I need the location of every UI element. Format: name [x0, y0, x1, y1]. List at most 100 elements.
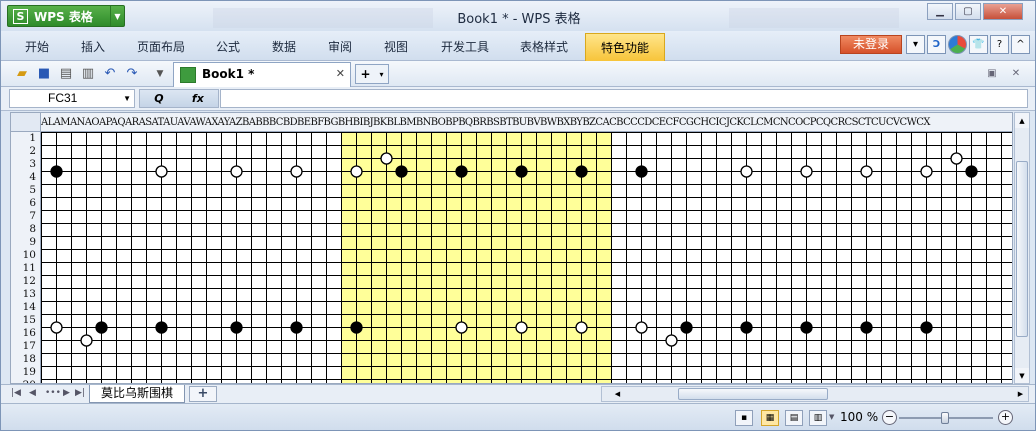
black-stone[interactable] [455, 165, 468, 178]
column-header[interactable]: BL [387, 117, 400, 128]
last-sheet-icon[interactable]: ▶| [75, 388, 85, 398]
ribbon-collapse-icon[interactable]: ^ [1011, 35, 1030, 54]
column-header[interactable]: AR [125, 117, 139, 128]
column-header[interactable]: BT [499, 117, 512, 128]
column-header[interactable]: CC [623, 117, 638, 128]
zoom-slider[interactable] [899, 412, 993, 424]
chevron-down-icon[interactable]: ▼ [123, 90, 131, 107]
black-stone[interactable] [920, 321, 933, 334]
column-header[interactable]: BK [373, 117, 387, 128]
vertical-scrollbar[interactable]: ▲ ▼ [1014, 112, 1030, 384]
zoom-level[interactable]: 100 % [840, 410, 878, 424]
column-header[interactable]: CQ [816, 117, 831, 128]
redo-icon[interactable]: ↷ [123, 65, 141, 82]
column-header[interactable]: CX [916, 117, 930, 128]
black-stone[interactable] [680, 321, 693, 334]
column-header[interactable]: BM [399, 117, 416, 128]
normal-view-icon[interactable]: ▦ [761, 410, 779, 426]
select-all-corner[interactable] [11, 113, 41, 132]
column-header[interactable]: BZ [582, 117, 596, 128]
tab-review[interactable]: 审阅 [328, 38, 352, 55]
row-header[interactable]: 6 [11, 197, 40, 210]
vertical-scroll-thumb[interactable] [1016, 161, 1028, 337]
row-header[interactable]: 15 [11, 314, 40, 327]
column-header[interactable]: BF [310, 117, 324, 128]
row-header[interactable]: 10 [11, 249, 40, 262]
row-header[interactable]: 17 [11, 340, 40, 353]
row-header[interactable]: 4 [11, 171, 40, 184]
print-icon[interactable]: ▤ [57, 65, 75, 82]
column-header[interactable]: CU [871, 117, 886, 128]
minimize-button[interactable]: ▁ [927, 3, 953, 20]
undo-icon[interactable]: ↶ [101, 65, 119, 82]
row-header[interactable]: 11 [11, 262, 40, 275]
close-tab-icon[interactable]: ✕ [336, 67, 345, 80]
column-header[interactable]: BU [512, 117, 527, 128]
column-header[interactable]: CN [773, 117, 789, 128]
column-header[interactable]: AU [163, 117, 178, 128]
column-header[interactable]: CW [900, 117, 917, 128]
zoom-slider-knob[interactable] [941, 412, 949, 424]
column-header[interactable]: AP [99, 117, 111, 128]
go-board-grid[interactable] [41, 132, 1012, 383]
black-stone[interactable] [575, 165, 588, 178]
row-header[interactable]: 8 [11, 223, 40, 236]
column-header[interactable]: CP [803, 117, 817, 128]
column-header[interactable]: CE [652, 117, 666, 128]
page-layout-view-icon[interactable]: ▤ [785, 410, 803, 426]
tab-table-style[interactable]: 表格样式 [520, 38, 568, 55]
column-header[interactable]: CJ [719, 117, 730, 128]
white-stone[interactable] [380, 152, 393, 165]
row-header[interactable]: 9 [11, 236, 40, 249]
close-button[interactable]: ✕ [983, 3, 1023, 20]
column-header[interactable]: AT [151, 117, 163, 128]
tab-special-features[interactable]: 特色功能 [585, 33, 665, 61]
add-sheet-button[interactable]: + [189, 386, 217, 402]
black-stone[interactable] [965, 165, 978, 178]
column-header[interactable]: BN [416, 117, 432, 128]
horizontal-scrollbar[interactable]: ◀ ▶ [601, 386, 1029, 402]
white-stone[interactable] [950, 152, 963, 165]
row-headers[interactable]: 1234567891011121314151617181920 [11, 132, 41, 383]
white-stone[interactable] [515, 321, 528, 334]
zoom-formula-icon[interactable]: Q [154, 92, 163, 105]
black-stone[interactable] [740, 321, 753, 334]
prev-sheet-icon[interactable]: ◀ [29, 388, 36, 398]
cloud-icon[interactable]: Ↄ [927, 35, 946, 54]
skin-icon[interactable]: 👕 [969, 35, 988, 54]
black-stone[interactable] [95, 321, 108, 334]
view-menu-chevron-icon[interactable]: ▼ [829, 413, 834, 421]
tab-view[interactable]: 视图 [384, 38, 408, 55]
column-header[interactable]: AS [139, 117, 152, 128]
fx-icon[interactable]: fx [192, 92, 204, 105]
column-header[interactable]: CF [665, 117, 679, 128]
white-stone[interactable] [290, 165, 303, 178]
column-header[interactable]: CR [831, 117, 846, 128]
row-header[interactable]: 19 [11, 366, 40, 379]
more-sheets-icon[interactable]: ••• [45, 388, 61, 398]
black-stone[interactable] [50, 165, 63, 178]
column-header[interactable]: BI [353, 117, 364, 128]
column-header[interactable]: CM [756, 117, 773, 128]
black-stone[interactable] [515, 165, 528, 178]
column-headers[interactable]: ALAMANAOAPAQARASATAUAVAWAXAYAZBABBBCBDBE… [41, 113, 1012, 132]
column-header[interactable]: AM [54, 117, 71, 128]
column-header[interactable]: CH [693, 117, 709, 128]
column-header[interactable]: AL [41, 117, 54, 128]
white-stone[interactable] [230, 165, 243, 178]
page-break-view-icon[interactable]: ▥ [809, 410, 827, 426]
column-header[interactable]: CO [788, 117, 803, 128]
column-header[interactable]: AO [85, 117, 100, 128]
column-header[interactable]: BY [570, 117, 583, 128]
row-header[interactable]: 16 [11, 327, 40, 340]
row-header[interactable]: 13 [11, 288, 40, 301]
customize-toolbar-icon[interactable]: ▼ [151, 65, 169, 82]
column-header[interactable]: BG [324, 117, 339, 128]
column-header[interactable]: CA [595, 117, 609, 128]
row-header[interactable]: 12 [11, 275, 40, 288]
tab-insert[interactable]: 插入 [81, 38, 105, 55]
black-stone[interactable] [800, 321, 813, 334]
row-header[interactable]: 2 [11, 145, 40, 158]
black-stone[interactable] [155, 321, 168, 334]
tab-developer[interactable]: 开发工具 [441, 38, 489, 55]
